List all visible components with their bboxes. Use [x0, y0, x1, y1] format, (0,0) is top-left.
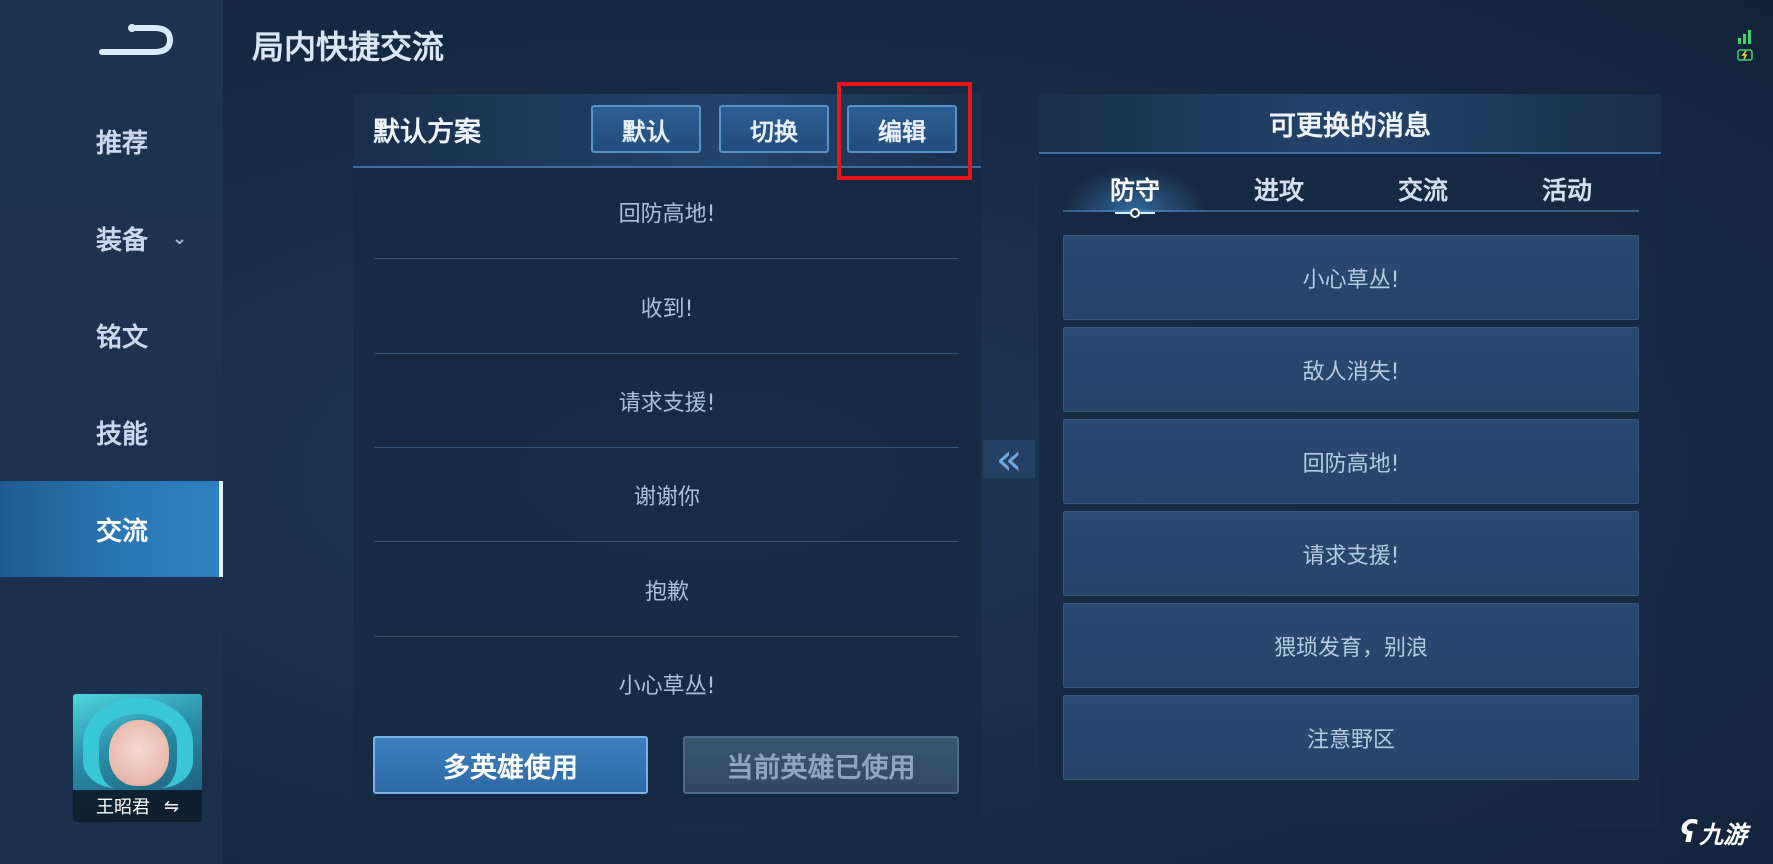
tab-label: 进攻 [1253, 176, 1304, 205]
watermark-text: 九游 [1699, 821, 1748, 849]
current-hero-button[interactable]: 当前英雄已使用 [683, 736, 959, 794]
hero-card[interactable]: 王昭君 ⇋ [73, 694, 202, 822]
jiuyou-logo-icon: ʕ [1680, 815, 1698, 850]
chevron-down-icon: ⌄ [172, 227, 188, 249]
sidebar-item-label: 铭文 [96, 322, 149, 353]
current-scheme-panel: 默认方案 默认 切换 编辑 回防高地! 收到! 请求支援! 谢谢你 抱歉 小心草… [353, 94, 981, 826]
sidebar-item-label: 交流 [96, 516, 149, 547]
swap-icon[interactable]: ⇋ [164, 796, 179, 817]
scheme-message-row[interactable]: 抱歉 [375, 543, 959, 637]
hero-portrait [109, 720, 169, 786]
tab-activity[interactable]: 活动 [1495, 166, 1639, 212]
sidebar-item-skills[interactable]: 技能 [0, 384, 223, 480]
sidebar-item-label: 技能 [96, 419, 149, 450]
message-card[interactable]: 敌人消失! [1063, 327, 1639, 412]
scheme-message-row[interactable]: 谢谢你 [375, 448, 959, 542]
tab-communication[interactable]: 交流 [1351, 166, 1495, 212]
tab-label: 活动 [1541, 176, 1592, 205]
scheme-message-row[interactable]: 请求支援! [375, 354, 959, 448]
sidebar-item-label: 推荐 [96, 128, 149, 159]
back-button[interactable] [96, 20, 178, 64]
scheme-header: 默认方案 默认 切换 编辑 [353, 94, 981, 168]
sidebar-item-communication[interactable]: 交流 [0, 481, 223, 577]
scheme-message-row[interactable]: 收到! [375, 260, 959, 354]
tab-attack[interactable]: 进攻 [1207, 166, 1351, 212]
message-card[interactable]: 注意野区 [1063, 695, 1639, 780]
sidebar-item-label: 装备 [96, 225, 149, 256]
back-arrow-icon [99, 24, 174, 55]
multi-hero-button[interactable]: 多英雄使用 [373, 736, 648, 794]
replaceable-messages-panel: 可更换的消息 防守 进攻 交流 活动 小心草丛! 敌人消失! 回防高地! 请求支… [1039, 94, 1661, 826]
scheme-message-row[interactable]: 回防高地! [375, 165, 959, 259]
default-button[interactable]: 默认 [591, 105, 701, 153]
message-card[interactable]: 猥琐发育，别浪 [1063, 603, 1639, 688]
message-card[interactable]: 回防高地! [1063, 419, 1639, 504]
scheme-label: 默认方案 [373, 117, 481, 148]
tab-defense[interactable]: 防守 [1063, 166, 1207, 218]
message-category-tabs: 防守 进攻 交流 活动 [1063, 166, 1639, 218]
hero-name: 王昭君 [95, 797, 150, 818]
hero-name-bar: 王昭君 ⇋ [73, 790, 202, 822]
tab-label: 交流 [1397, 176, 1448, 205]
double-chevron-left-icon[interactable]: « [983, 434, 1035, 485]
sidebar-item-equipment[interactable]: 装备 ⌄ [0, 190, 223, 286]
sidebar: 推荐 装备 ⌄ 铭文 技能 交流 王昭君 ⇋ [0, 0, 223, 864]
tab-label: 防守 [1109, 176, 1160, 205]
sidebar-item-recommend[interactable]: 推荐 [0, 93, 223, 189]
panel-title: 可更换的消息 [1039, 94, 1661, 154]
signal-battery-icon [1737, 30, 1753, 61]
page-title: 局内快捷交流 [252, 28, 445, 66]
edit-button[interactable]: 编辑 [847, 105, 957, 153]
message-card[interactable]: 请求支援! [1063, 511, 1639, 596]
sidebar-item-inscription[interactable]: 铭文 [0, 287, 223, 383]
watermark: ʕ 九游 [1680, 815, 1747, 850]
switch-button[interactable]: 切换 [719, 105, 829, 153]
message-card[interactable]: 小心草丛! [1063, 235, 1639, 320]
tab-active-indicator-icon [1115, 208, 1155, 218]
scheme-message-row[interactable]: 小心草丛! [375, 637, 959, 731]
